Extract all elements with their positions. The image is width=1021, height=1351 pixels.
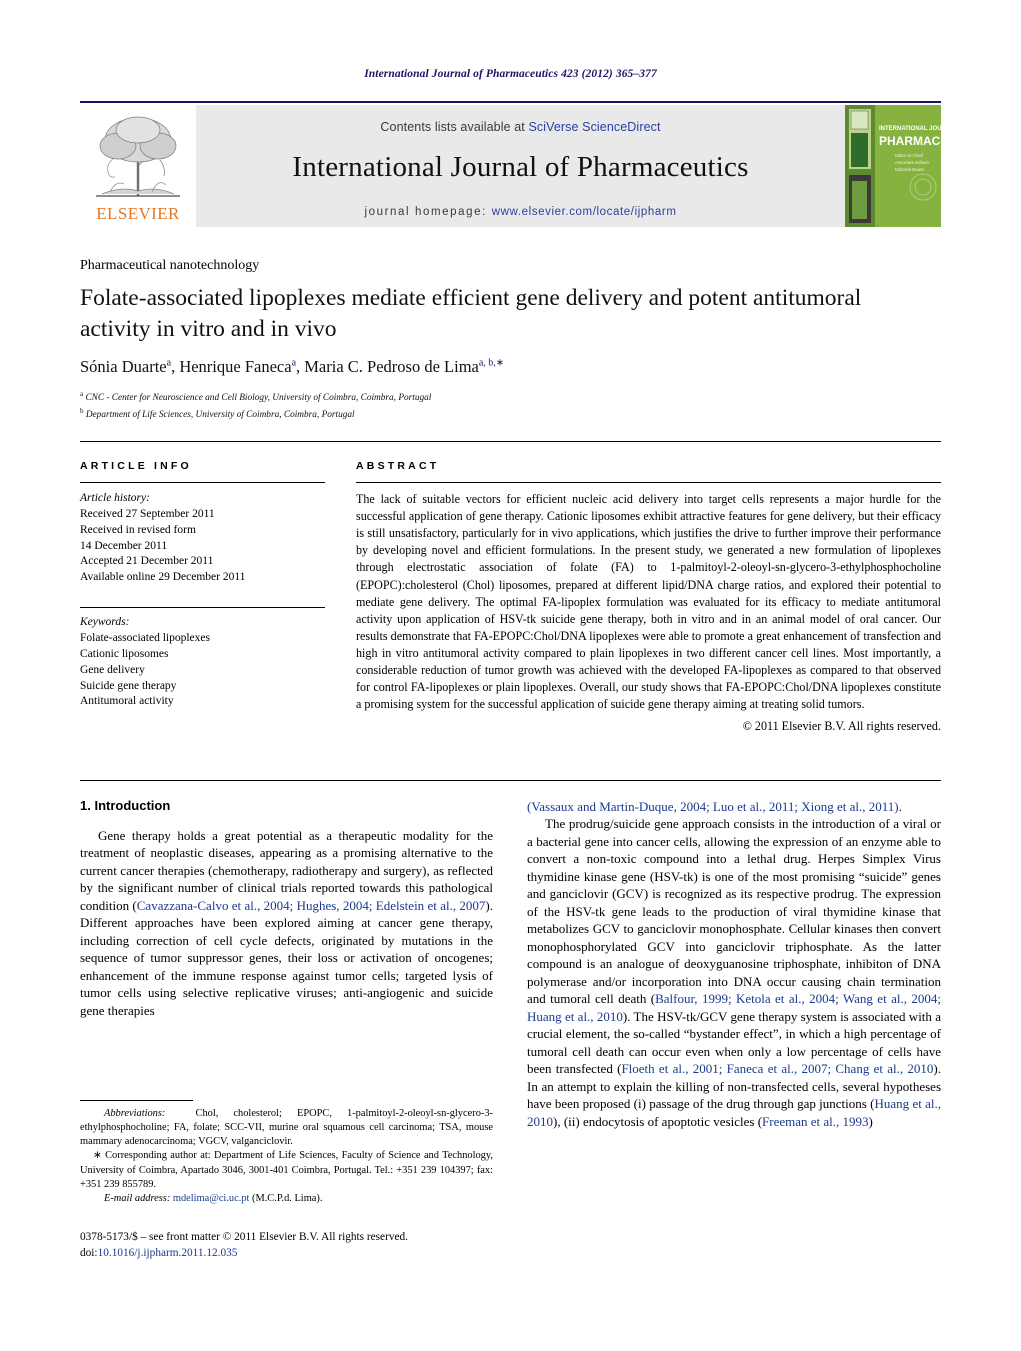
- keywords-title: Keywords:: [80, 616, 130, 629]
- citation-link[interactable]: (Vassaux and Martin-Duque, 2004; Luo et …: [527, 799, 899, 814]
- author-name-3: Maria C. Pedroso de Lima: [304, 357, 479, 376]
- elsevier-wordmark: ELSEVIER: [96, 204, 180, 223]
- abbreviations-label: Abbreviations:: [104, 1108, 166, 1119]
- keyword-item: Gene delivery: [80, 663, 145, 676]
- history-item: Received in revised form: [80, 523, 196, 536]
- journal-masthead: ELSEVIER Contents lists available at Sci…: [80, 101, 941, 227]
- email-label: E-mail address:: [104, 1192, 171, 1204]
- journal-homepage-link[interactable]: www.elsevier.com/locate/ijpharm: [492, 206, 677, 218]
- footnote-email: E-mail address: mdelima@ci.uc.pt (M.C.P.…: [80, 1192, 493, 1206]
- doi-link[interactable]: 10.1016/j.ijpharm.2011.12.035: [98, 1247, 238, 1259]
- doi-line: doi:10.1016/j.ijpharm.2011.12.035: [80, 1245, 500, 1261]
- author-list: Sónia Duartea, Henrique Fanecaa, Maria C…: [80, 357, 505, 376]
- keywords-block: Keywords: Folate-associated lipoplexes C…: [80, 607, 325, 710]
- keyword-item: Folate-associated lipoplexes: [80, 632, 210, 645]
- svg-text:Editor-in-Chief: Editor-in-Chief: [895, 153, 924, 158]
- keyword-item: Cationic liposomes: [80, 647, 169, 660]
- footnote-rule: [80, 1100, 193, 1101]
- svg-text:Associate Editors: Associate Editors: [895, 160, 930, 165]
- body-column-right: (Vassaux and Martin-Duque, 2004; Luo et …: [527, 798, 941, 1130]
- intro-p1-text-b: ). Different approaches have been explor…: [80, 897, 493, 1018]
- imprint-block: 0378-5173/$ – see front matter © 2011 El…: [80, 1229, 500, 1262]
- history-item: Accepted 21 December 2011: [80, 555, 214, 568]
- citation-link[interactable]: Cavazzana-Calvo et al., 2004; Hughes, 20…: [137, 898, 486, 913]
- keyword-item: Suicide gene therapy: [80, 679, 177, 692]
- article-history-title: Article history:: [80, 492, 150, 504]
- footnote-corresponding-author: ∗ Corresponding author at: Department of…: [80, 1149, 493, 1191]
- article-info-rule: [80, 482, 325, 483]
- author-affil-mark-1[interactable]: a: [167, 358, 171, 369]
- journal-cover-thumbnail: INTERNATIONAL JOURNAL OF PHARMACEUTICS E…: [845, 105, 941, 227]
- article-info-heading: ARTICLE INFO: [80, 460, 192, 472]
- author-name-2: Henrique Faneca: [179, 357, 292, 376]
- svg-text:Editorial Board: Editorial Board: [895, 167, 924, 172]
- abstract-rule: [356, 482, 941, 483]
- affiliation-text-a: CNC - Center for Neuroscience and Cell B…: [85, 393, 432, 404]
- intro-p2-text-a: The prodrug/suicide gene approach consis…: [527, 816, 941, 1007]
- elsevier-logo: ELSEVIER: [80, 105, 196, 227]
- info-band-bottom-rule: [80, 780, 941, 781]
- contents-list-line: Contents lists available at SciVerse Sci…: [380, 120, 660, 134]
- page-title: Folate-associated lipoplexes mediate eff…: [80, 285, 862, 342]
- body-column-left: 1. Introduction Gene therapy holds a gre…: [80, 798, 493, 1019]
- affiliation-text-b: Department of Life Sciences, University …: [85, 409, 355, 420]
- intro-p2-text-d: ), (ii) endocytosis of apoptotic vesicle…: [553, 1113, 763, 1129]
- article-info-column: ARTICLE INFO Article history: Received 2…: [80, 460, 325, 710]
- footnote-abbreviations: Abbreviations: Chol, cholesterol; EPOPC,…: [80, 1107, 493, 1149]
- svg-text:PHARMACEUTICS: PHARMACEUTICS: [879, 134, 941, 148]
- email-link[interactable]: mdelima@ci.uc.pt: [173, 1193, 250, 1204]
- sciencedirect-link[interactable]: SciVerse ScienceDirect: [528, 120, 660, 134]
- affiliation-mark-a: a: [80, 390, 84, 398]
- affiliation-list: a CNC - Center for Neuroscience and Cell…: [80, 389, 910, 422]
- article-history-list: Received 27 September 2011 Received in r…: [80, 507, 325, 586]
- corresponding-author-text: Corresponding author at: Department of L…: [80, 1150, 493, 1190]
- imprint-line: 0378-5173/$ – see front matter © 2011 El…: [80, 1231, 408, 1243]
- abstract-copyright: © 2011 Elsevier B.V. All rights reserved…: [742, 719, 941, 734]
- author-affil-mark-3[interactable]: a, b,∗: [479, 358, 504, 369]
- elsevier-tree-icon: [96, 116, 180, 197]
- intro-paragraph-1: Gene therapy holds a great potential as …: [80, 827, 493, 1019]
- journal-title: International Journal of Pharmaceutics: [292, 151, 749, 183]
- running-head: International Journal of Pharmaceutics 4…: [364, 68, 657, 80]
- abstract-column: ABSTRACT The lack of suitable vectors fo…: [356, 460, 941, 734]
- corresponding-author-mark: ∗: [93, 1150, 102, 1162]
- journal-article-page: International Journal of Pharmaceutics 4…: [0, 0, 1021, 1351]
- footnotes-block: Abbreviations: Chol, cholesterol; EPOPC,…: [80, 1100, 493, 1206]
- author-name-1: Sónia Duarte: [80, 357, 167, 376]
- abstract-heading: ABSTRACT: [356, 460, 440, 472]
- masthead-center: Contents lists available at SciVerse Sci…: [196, 105, 845, 227]
- section-heading-introduction: 1. Introduction: [80, 798, 171, 813]
- info-band-top-rule: [80, 441, 941, 442]
- intro-p1-tail: .: [898, 799, 902, 814]
- journal-homepage-line: journal homepage: www.elsevier.com/locat…: [364, 206, 676, 218]
- homepage-prefix: journal homepage:: [364, 206, 487, 218]
- affiliation-b: b Department of Life Sciences, Universit…: [80, 406, 910, 423]
- cover-artwork: INTERNATIONAL JOURNAL OF PHARMACEUTICS E…: [845, 105, 941, 227]
- history-item: Received 27 September 2011: [80, 507, 215, 520]
- article-section-label: Pharmaceutical nanotechnology: [80, 258, 260, 273]
- contents-prefix: Contents lists available at: [380, 120, 529, 134]
- keywords-list: Folate-associated lipoplexes Cationic li…: [80, 631, 325, 710]
- abstract-text: The lack of suitable vectors for efficie…: [356, 492, 941, 712]
- citation-link[interactable]: Floeth et al., 2001; Faneca et al., 2007…: [621, 1061, 933, 1076]
- email-suffix: (M.C.P.d. Lima).: [252, 1192, 323, 1204]
- keywords-rule: [80, 607, 325, 609]
- keyword-item: Antitumoral activity: [80, 695, 174, 708]
- svg-text:INTERNATIONAL JOURNAL OF: INTERNATIONAL JOURNAL OF: [879, 126, 941, 132]
- intro-p2-text-e: ): [868, 1113, 873, 1129]
- affiliation-a: a CNC - Center for Neuroscience and Cell…: [80, 389, 910, 406]
- author-affil-mark-2[interactable]: a: [292, 358, 296, 369]
- intro-paragraph-2: The prodrug/suicide gene approach consis…: [527, 815, 941, 1130]
- citation-link[interactable]: Freeman et al., 1993: [762, 1114, 869, 1129]
- affiliation-mark-b: b: [80, 406, 84, 415]
- history-item: 14 December 2011: [80, 539, 168, 552]
- history-item: Available online 29 December 2011: [80, 571, 246, 584]
- intro-paragraph-1-cont: (Vassaux and Martin-Duque, 2004; Luo et …: [527, 798, 941, 815]
- doi-label: doi:: [80, 1247, 98, 1260]
